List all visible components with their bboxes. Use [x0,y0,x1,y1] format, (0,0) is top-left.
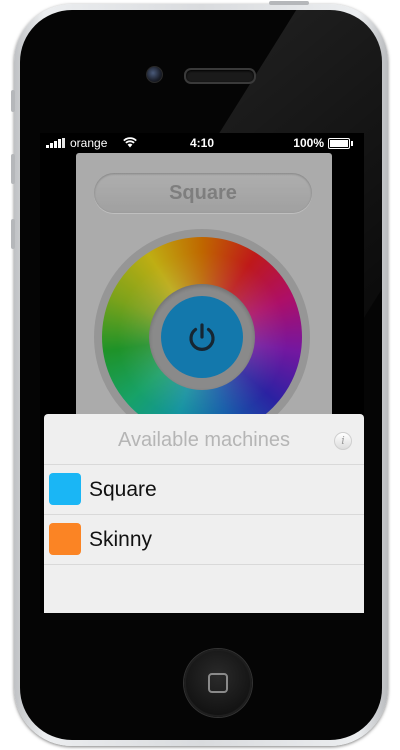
mute-switch [11,90,15,112]
home-square-icon [208,673,228,693]
machine-label: Skinny [89,528,153,551]
volume-down-button [11,219,15,249]
machine-color-swatch [49,523,81,555]
volume-up-button [11,154,15,184]
sheet-title: Available machines [118,429,290,451]
front-camera [146,66,163,83]
machines-sheet: Available machines i Square Skinny [44,414,364,613]
battery-fill [330,140,348,147]
earpiece-speaker [184,68,256,84]
info-icon[interactable]: i [334,432,352,450]
home-button[interactable] [184,649,252,717]
phone-screen: orange 4:10 100% Square Available machin… [40,133,364,613]
sheet-header: Available machines i [44,414,364,465]
machine-row-skinny[interactable]: Skinny [44,515,364,565]
status-bar: orange 4:10 100% [40,133,364,153]
machine-row-square[interactable]: Square [44,465,364,515]
battery-percent: 100% [293,136,324,150]
sleep-button [269,1,309,5]
machine-label: Square [89,478,157,501]
battery-icon [328,138,353,149]
machine-color-swatch [49,473,81,505]
